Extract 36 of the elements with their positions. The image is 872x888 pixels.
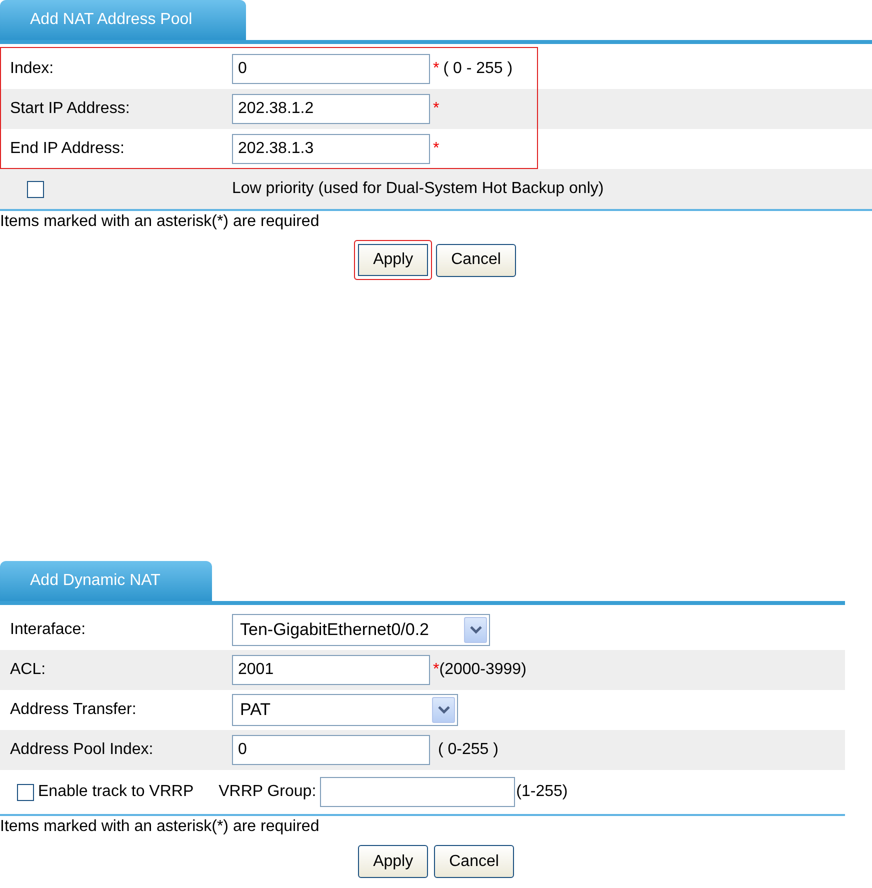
required-mark: *: [433, 60, 440, 78]
dropdown[interactable]: Ten-GigabitEthernet0/0.2: [232, 614, 490, 646]
cancel-button[interactable]: Cancel: [436, 244, 516, 276]
field-label: Index:: [9, 60, 55, 78]
required-mark: *: [433, 661, 440, 679]
required-mark: *: [433, 140, 440, 158]
checkbox[interactable]: [27, 180, 44, 198]
input-field[interactable]: 202.38.1.2: [232, 94, 430, 124]
input-field[interactable]: [320, 777, 516, 807]
field-label: ACL:: [9, 661, 47, 679]
input-field[interactable]: 0: [232, 54, 430, 84]
range-hint: (2000-3999): [439, 661, 526, 679]
chevron-icon: [438, 706, 450, 714]
field-label: Address Pool Index:: [9, 741, 154, 759]
input-field[interactable]: 202.38.1.3: [232, 134, 430, 164]
field-label: VRRP Group:: [218, 783, 316, 801]
range-hint: (1-255): [516, 783, 568, 801]
required-note: Items marked with an asterisk(*) are required: [0, 814, 845, 840]
required-mark: *: [433, 100, 440, 118]
required-note: Items marked with an asterisk(*) are required: [0, 209, 872, 235]
field-label: Start IP Address:: [9, 100, 131, 118]
checkbox[interactable]: [17, 784, 34, 800]
apply-button[interactable]: Apply: [358, 845, 428, 878]
chevron-icon: [470, 626, 482, 634]
cancel-button[interactable]: Cancel: [434, 845, 514, 878]
field-label: Address Transfer:: [9, 701, 138, 719]
apply-button[interactable]: Apply: [354, 240, 432, 280]
range-hint: ( 0 - 255 ): [443, 60, 513, 78]
range-hint: ( 0-255 ): [438, 741, 498, 759]
input-field[interactable]: 0: [232, 735, 430, 765]
field-label: Interaface:: [9, 621, 87, 639]
field-label: End IP Address:: [9, 140, 126, 158]
input-field[interactable]: 2001: [232, 655, 430, 685]
checkbox-label: Low priority (used for Dual-System Hot Backup only): [232, 180, 604, 198]
checkbox-label: Enable track to VRRP: [38, 783, 194, 801]
dropdown[interactable]: PAT: [232, 694, 458, 726]
